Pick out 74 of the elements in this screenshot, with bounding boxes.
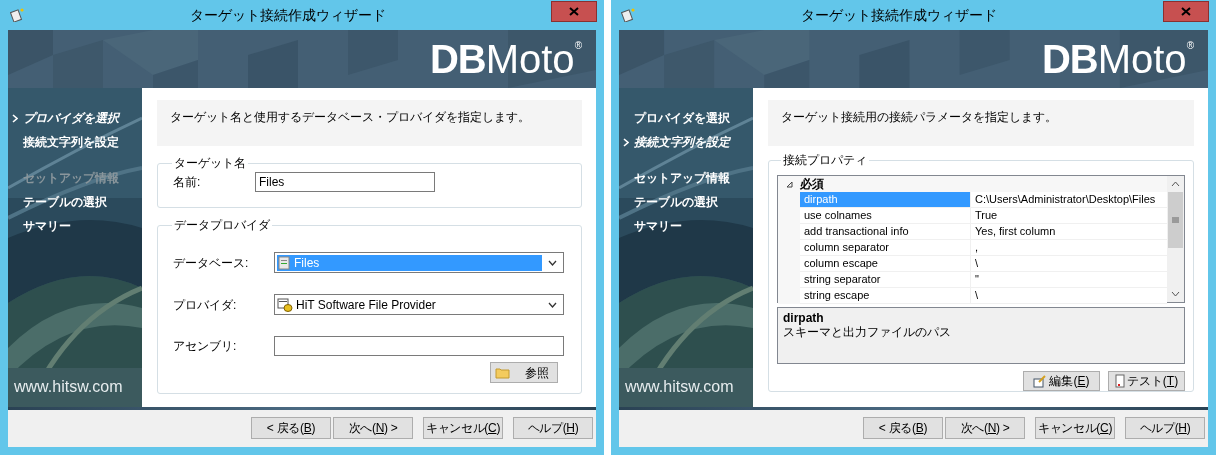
chevron-down-icon	[548, 301, 557, 308]
property-value[interactable]: C:\Users\Administrator\Desktop\Files	[971, 192, 1167, 208]
wizard-button[interactable]: キャンセル(C)	[423, 416, 503, 439]
window-title: ターゲット接続作成ウィザード	[188, 5, 387, 25]
wizard-button[interactable]: 次へ(N) >	[333, 416, 413, 439]
test-button[interactable]: テスト(T)	[1108, 371, 1185, 391]
property-name[interactable]: string separator	[800, 272, 971, 288]
grip-icon	[1172, 217, 1179, 223]
group-title: ターゲット名	[173, 155, 247, 172]
wizard-button[interactable]: < 戻る(B)	[863, 416, 943, 439]
description-text: ターゲット接続用の接続パラメータを指定します。	[781, 110, 1057, 124]
field-label: アセンブリ:	[173, 338, 238, 355]
text-field[interactable]	[274, 336, 564, 356]
dropdown-value: HiT Software File Provider	[296, 296, 436, 314]
close-button[interactable]	[1163, 0, 1209, 22]
group-title: データプロバイダ	[173, 217, 271, 234]
field-label: プロバイダ:	[173, 296, 238, 314]
property-name[interactable]: column escape	[800, 256, 971, 272]
property-value[interactable]: \	[971, 288, 1167, 304]
close-button[interactable]	[551, 0, 597, 22]
scroll-down-icon	[1171, 291, 1180, 297]
property-value[interactable]: "	[971, 272, 1167, 288]
help-title: dirpath	[783, 311, 825, 325]
wizard-step: セットアップ情報	[634, 169, 730, 187]
property-value[interactable]: ,	[971, 240, 1167, 256]
help-text: スキーマと出力ファイルのパス	[783, 325, 952, 340]
wizard-button[interactable]: 次へ(N) >	[945, 416, 1025, 439]
property-name[interactable]: column separator	[800, 240, 971, 256]
folder-icon	[495, 366, 510, 379]
property-name[interactable]: use colnames	[800, 208, 971, 224]
wizard-step: セットアップ情報	[23, 169, 119, 187]
wizard-step: 接続文字列を設定	[634, 133, 730, 151]
property-name[interactable]: add transactional info	[800, 224, 971, 240]
wizard-button[interactable]: ヘルプ(H)	[513, 416, 593, 439]
field-label: データベース:	[173, 254, 250, 272]
wizard-step: プロバイダを選択	[23, 109, 119, 127]
wand-icon	[621, 8, 635, 22]
scrollbar[interactable]	[1167, 176, 1184, 302]
chevron-icon	[12, 113, 18, 123]
dropdown-value: Files	[294, 254, 320, 272]
wizard-step: プロバイダを選択	[634, 109, 730, 127]
wizard-step: テーブルの選択	[634, 193, 718, 211]
wizard-step: サマリー	[634, 217, 682, 235]
chevron-down-icon	[548, 259, 557, 266]
website-text: www.hitsw.com	[14, 377, 124, 397]
window-title: ターゲット接続作成ウィザード	[800, 5, 998, 25]
wizard-button[interactable]: キャンセル(C)	[1035, 416, 1115, 439]
wizard-button[interactable]: < 戻る(B)	[251, 416, 331, 439]
website-text: www.hitsw.com	[625, 377, 735, 397]
property-value[interactable]: True	[971, 208, 1167, 224]
test-icon	[1114, 374, 1125, 388]
category-title: 必須	[800, 176, 824, 193]
provider-icon	[277, 297, 293, 312]
wizard-step: テーブルの選択	[23, 193, 107, 211]
wizard-step: サマリー	[23, 217, 71, 235]
database-icon	[277, 255, 291, 270]
wizard-step: 接続文字列を設定	[23, 133, 119, 151]
text-field[interactable]: Files	[255, 172, 435, 192]
property-name[interactable]: string escape	[800, 288, 971, 304]
close-icon	[1181, 6, 1191, 16]
group-title: 接続プロパティ	[782, 152, 868, 169]
edit-icon	[1033, 374, 1048, 388]
property-value[interactable]: Yes, first column	[971, 224, 1167, 240]
dropdown[interactable]: HiT Software File Provider	[274, 294, 564, 315]
wizard-button[interactable]: ヘルプ(H)	[1125, 416, 1205, 439]
wand-icon	[10, 8, 24, 22]
close-icon	[569, 6, 579, 16]
description-text: ターゲット名と使用するデータベース・プロバイダを指定します。	[170, 110, 530, 124]
edit-button[interactable]: 編集(E)	[1023, 371, 1100, 391]
field-label: 名前:	[173, 174, 202, 191]
property-value[interactable]: \	[971, 256, 1167, 272]
chevron-icon	[623, 137, 629, 147]
scroll-up-icon	[1171, 181, 1180, 187]
browse-button[interactable]: 参照	[490, 362, 558, 383]
